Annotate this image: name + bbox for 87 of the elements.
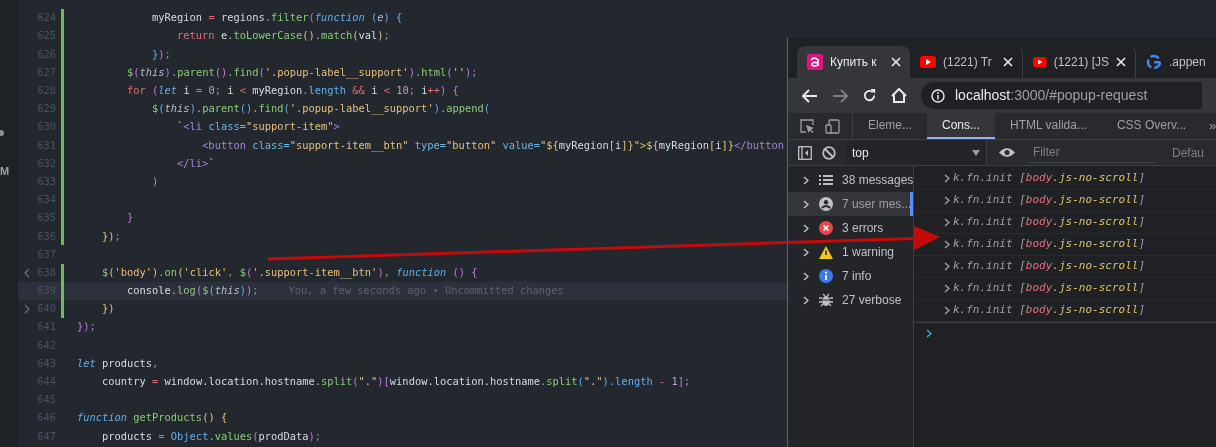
- expand-chevron-icon: [803, 295, 809, 305]
- expand-chevron-icon: [944, 196, 950, 205]
- tab-title: .appen: [1169, 54, 1206, 71]
- console-message[interactable]: k.fn.init [body.js-no-scroll]: [953, 170, 1146, 187]
- dropdown-caret-icon: [972, 149, 980, 156]
- expand-chevron-icon: [944, 262, 950, 271]
- bug-icon: [818, 293, 833, 307]
- sidebar-item[interactable]: 3 errors: [803, 221, 884, 235]
- fold-chevron-icon[interactable]: [24, 304, 30, 315]
- expand-chevron-icon: [803, 223, 809, 233]
- sidebar-letter: M: [0, 164, 10, 179]
- code-line: function getProducts() {: [77, 410, 228, 426]
- expand-chevron-icon: [944, 240, 950, 249]
- sidebar-item[interactable]: 7 info: [803, 269, 872, 283]
- console-message[interactable]: k.fn.init [body.js-no-scroll]: [953, 214, 1146, 231]
- close-icon[interactable]: [891, 57, 901, 67]
- devtools-tab[interactable]: CSS Overv...: [1101, 113, 1202, 139]
- home-icon[interactable]: [891, 88, 907, 103]
- sidebar-item[interactable]: 27 verbose: [803, 293, 902, 307]
- code-line: $(this).parent().find('.popup-label__support').append(: [151, 101, 490, 117]
- video-play-icon: [1033, 56, 1047, 68]
- code-line: }: [126, 210, 134, 226]
- expand-chevron-icon: [944, 174, 950, 183]
- tab-title: Купить к: [830, 54, 877, 71]
- code-line: });: [151, 46, 171, 62]
- code-line: let products,: [77, 355, 159, 371]
- code-line: for (let i = 0; i < myRegion.length && i < 10; i++) {: [126, 83, 459, 99]
- console-message[interactable]: k.fn.init [body.js-no-scroll]: [953, 236, 1146, 253]
- console-message[interactable]: k.fn.init [body.js-no-scroll]: [953, 302, 1146, 319]
- console-message[interactable]: k.fn.init [body.js-no-scroll]: [953, 192, 1146, 209]
- sidebar-item[interactable]: 38 messages: [803, 173, 914, 187]
- shop-logo-icon: [807, 54, 823, 70]
- code-line: ): [151, 173, 159, 189]
- code-line: $(this).parent().find('.popup-label__support').html('');: [126, 64, 478, 81]
- devtools-tab[interactable]: HTML valida...: [995, 113, 1102, 139]
- browser-tab[interactable]: Купить к: [797, 46, 910, 78]
- prompt-chevron-icon: [926, 329, 932, 338]
- close-icon[interactable]: [1116, 57, 1126, 67]
- console-message[interactable]: k.fn.init [body.js-no-scroll]: [953, 258, 1146, 275]
- code-line: console.log($(this));: [126, 283, 259, 299]
- code-line: }): [101, 301, 115, 317]
- error-icon: [818, 221, 833, 235]
- url-text: localhost:3000/#popup-request: [955, 86, 1148, 105]
- device-icon[interactable]: [825, 118, 840, 134]
- expand-chevron-icon: [803, 199, 809, 209]
- sidebar-item[interactable]: 1 warning: [803, 245, 895, 259]
- g-logo-icon: [1146, 54, 1162, 70]
- code-line: </li>`: [176, 155, 215, 171]
- info-icon: [818, 269, 833, 283]
- levels-dropdown[interactable]: Defau: [1172, 143, 1205, 162]
- address-bar[interactable]: localhost:3000/#popup-request: [921, 82, 1202, 109]
- expand-chevron-icon: [803, 247, 809, 257]
- close-icon[interactable]: [1003, 57, 1013, 67]
- console-message[interactable]: k.fn.init [body.js-no-scroll]: [953, 280, 1146, 297]
- reload-icon[interactable]: [862, 88, 877, 103]
- warning-icon: [818, 245, 833, 259]
- code-line: });: [101, 228, 121, 244]
- back-arrow-icon[interactable]: [802, 88, 818, 103]
- code-line: return e.toLowerCase().match(val);: [176, 28, 390, 44]
- code-line: <button class="support-item__btn" type="button" value="${myRegion[i]}">${myRegion[i]}</button: [201, 137, 784, 154]
- expand-chevron-icon: [944, 284, 950, 293]
- expand-chevron-icon: [803, 175, 809, 185]
- list-icon: [818, 174, 833, 186]
- code-line: myRegion = regions.filter(function (e) {: [151, 10, 403, 26]
- user-icon: [818, 197, 833, 211]
- code-line: });: [77, 319, 96, 335]
- more-tabs-button[interactable]: »: [1201, 116, 1216, 136]
- forward-arrow-icon[interactable]: [832, 88, 848, 103]
- tab-title: (1221) Tr: [943, 54, 992, 71]
- code-line: products = Object.values(prodData);: [101, 428, 322, 444]
- info-icon[interactable]: [931, 88, 945, 103]
- clear-console-icon[interactable]: [822, 145, 836, 160]
- code-line: `<li class="support-item">: [176, 119, 340, 135]
- tab-title: (1221) [JS: [1053, 54, 1109, 71]
- fold-chevron-icon[interactable]: [24, 267, 30, 278]
- expand-chevron-icon: [944, 218, 950, 227]
- expand-chevron-icon: [803, 271, 809, 281]
- context-select[interactable]: top: [846, 140, 986, 165]
- code-line: country = window.location.hostname.split(".")[window.location.hostname.split(".").length - 1];: [101, 374, 691, 390]
- code-line: $('body').on('click', $('.support-item__btn'), function () {: [101, 264, 478, 281]
- eye-icon[interactable]: [999, 147, 1015, 158]
- inspect-cursor-icon[interactable]: [800, 118, 815, 134]
- devtools-tab[interactable]: Cons...: [927, 113, 996, 139]
- sidebar-toggle-icon[interactable]: [798, 145, 812, 160]
- devtools-tab[interactable]: Eleme...: [853, 113, 927, 139]
- expand-chevron-icon: [944, 306, 950, 315]
- video-play-icon: [920, 56, 936, 68]
